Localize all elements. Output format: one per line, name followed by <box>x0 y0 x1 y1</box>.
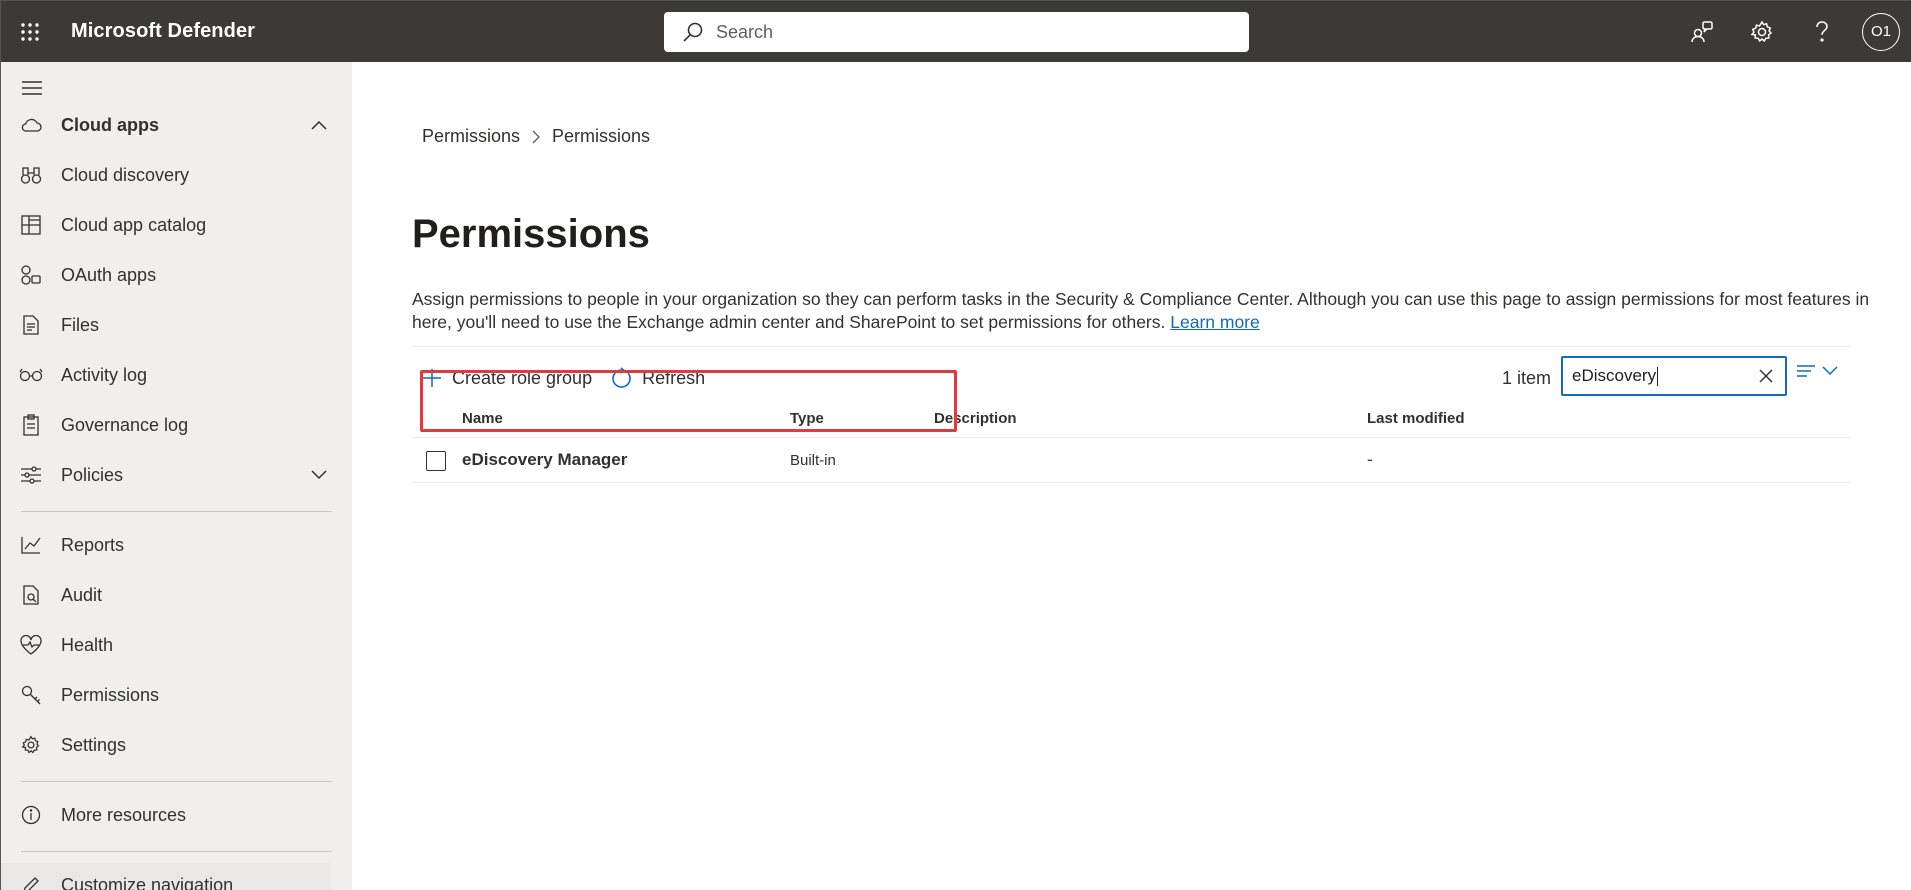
sidebar-item-label: Settings <box>61 734 127 755</box>
divider <box>21 781 332 782</box>
sidebar-item-label: Files <box>61 314 100 335</box>
column-header-last-modified[interactable]: Last modified <box>1367 410 1465 427</box>
row-checkbox[interactable] <box>426 451 446 471</box>
sidebar-item-files[interactable]: Files <box>1 303 352 347</box>
sidebar-item-cloud-discovery[interactable]: Cloud discovery <box>1 153 352 197</box>
sidebar-item-label: OAuth apps <box>61 264 157 285</box>
app-title[interactable]: Microsoft Defender <box>71 20 255 43</box>
chevron-up-icon[interactable] <box>304 120 334 130</box>
clipboard-icon <box>1 414 61 436</box>
sidebar-item-cloud-app-catalog[interactable]: Cloud app catalog <box>1 203 352 247</box>
sidebar-item-label: Policies <box>61 464 124 485</box>
hamburger-icon[interactable] <box>21 80 43 101</box>
page-description: Assign permissions to people in your org… <box>412 288 1872 334</box>
sidebar-item-more-resources[interactable]: More resources <box>1 793 352 837</box>
sidebar-item-activity-log[interactable]: Activity log <box>1 353 352 397</box>
table-header: Name Type Description Last modified <box>412 402 1850 438</box>
description-text: Assign permissions to people in your org… <box>412 289 1870 332</box>
glasses-icon <box>1 368 61 382</box>
table-row[interactable]: eDiscovery Manager Built-in - <box>412 438 1850 483</box>
audit-icon <box>1 585 61 605</box>
sliders-icon <box>1 466 61 484</box>
sidebar-item-permissions[interactable]: Permissions <box>1 673 352 717</box>
sidebar-item-label: Cloud discovery <box>61 164 190 185</box>
command-bar: Create role group Refresh <box>422 358 723 398</box>
chevron-down-icon <box>1822 366 1838 376</box>
binoculars-icon <box>1 165 61 185</box>
row-type: Built-in <box>790 452 836 469</box>
divider <box>21 851 332 852</box>
breadcrumb-item[interactable]: Permissions <box>422 126 520 147</box>
list-view-icon <box>1797 365 1815 377</box>
column-header-type[interactable]: Type <box>790 410 824 427</box>
create-role-group-label: Create role group <box>452 367 593 388</box>
oauth-icon <box>1 265 61 285</box>
view-options-button[interactable] <box>1796 364 1838 378</box>
filter-input[interactable]: eDiscovery <box>1561 356 1787 396</box>
sidebar-item-settings[interactable]: Settings <box>1 723 352 767</box>
sidebar-item-label: Reports <box>61 534 125 555</box>
sidebar-item-governance-log[interactable]: Governance log <box>1 403 352 447</box>
cloud-icon <box>1 117 61 133</box>
sidebar-item-policies[interactable]: Policies <box>1 453 352 497</box>
search-box[interactable]: Search <box>664 12 1249 52</box>
sidebar-item-label: Cloud app catalog <box>61 214 207 235</box>
sidebar-item-oauth-apps[interactable]: OAuth apps <box>1 253 352 297</box>
info-icon <box>1 805 61 825</box>
refresh-icon <box>612 367 631 388</box>
community-icon[interactable] <box>1672 1 1732 62</box>
catalog-icon <box>1 215 61 235</box>
pencil-icon <box>1 875 61 890</box>
heart-icon <box>1 635 61 655</box>
item-count: 1 item <box>1502 368 1552 388</box>
file-icon <box>1 315 61 335</box>
column-header-name[interactable]: Name <box>462 410 503 427</box>
top-bar: Microsoft Defender Search O1 <box>1 1 1911 62</box>
page-title: Permissions <box>412 212 650 256</box>
avatar[interactable]: O1 <box>1862 12 1900 51</box>
refresh-label: Refresh <box>642 367 706 388</box>
create-role-group-button[interactable]: Create role group <box>422 368 592 389</box>
breadcrumb: Permissions Permissions <box>422 126 650 147</box>
chevron-down-icon[interactable] <box>304 470 334 480</box>
sidebar-item-cloud-apps[interactable]: Cloud apps <box>1 103 352 147</box>
divider <box>21 511 332 512</box>
sidebar-item-label: Permissions <box>61 684 160 705</box>
search-icon <box>683 22 703 42</box>
app-launcher-icon[interactable] <box>1 1 59 62</box>
chevron-right-icon <box>532 130 540 144</box>
gear-icon[interactable] <box>1732 1 1792 62</box>
sidebar-item-label: More resources <box>61 804 187 825</box>
column-header-description[interactable]: Description <box>934 410 1017 427</box>
sidebar-item-health[interactable]: Health <box>1 623 352 667</box>
sidebar-item-label: Health <box>61 634 114 655</box>
main-content: Permissions Permissions Permissions Assi… <box>352 62 1911 890</box>
filter-input-value: eDiscovery <box>1572 366 1657 385</box>
row-last-modified: - <box>1367 450 1373 469</box>
learn-more-link[interactable]: Learn more <box>1170 312 1260 332</box>
help-icon[interactable] <box>1792 1 1852 62</box>
breadcrumb-item-current: Permissions <box>552 126 651 146</box>
chart-icon <box>1 536 61 554</box>
sidebar-item-reports[interactable]: Reports <box>1 523 352 567</box>
sidebar-item-label: Activity log <box>61 364 148 385</box>
refresh-button[interactable]: Refresh <box>610 367 705 389</box>
sidebar-item-audit[interactable]: Audit <box>1 573 352 617</box>
key-icon <box>1 685 61 705</box>
sidebar-item-label: Cloud apps <box>61 114 159 135</box>
sidebar-item-label: Audit <box>61 584 103 605</box>
sidebar-item-label: Customize navigation <box>61 874 234 890</box>
sidebar-item-label: Governance log <box>61 414 189 435</box>
row-name[interactable]: eDiscovery Manager <box>462 450 627 470</box>
divider <box>412 346 1850 347</box>
gear-icon <box>1 735 61 755</box>
clear-filter-icon[interactable] <box>1757 367 1775 390</box>
sidebar: Cloud apps Cloud discovery Cloud app cat… <box>1 62 352 890</box>
plus-icon <box>423 369 441 387</box>
search-input[interactable]: Search <box>716 22 773 43</box>
sidebar-item-customize-navigation[interactable]: Customize navigation <box>1 863 331 890</box>
